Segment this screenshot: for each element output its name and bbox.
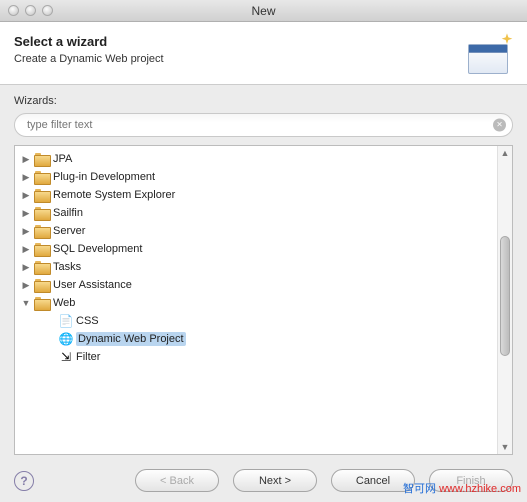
tree-leaf[interactable]: ⇲Filter — [15, 348, 497, 366]
tree-leaf[interactable]: 🌐Dynamic Web Project — [15, 330, 497, 348]
chevron-right-icon[interactable]: ▶ — [21, 280, 31, 291]
close-window-icon[interactable] — [8, 5, 19, 16]
next-button[interactable]: Next > — [233, 469, 317, 492]
tree-viewport[interactable]: ▶ JPA ▶ Plug-in Development ▶ Remote System E… — [15, 146, 497, 454]
window-title: New — [0, 4, 527, 18]
chevron-right-icon[interactable]: ▶ — [21, 244, 31, 255]
tree-folder[interactable]: ▶ JPA — [15, 150, 497, 168]
chevron-right-icon[interactable]: ▶ — [21, 262, 31, 273]
tree-item-label: Plug-in Development — [53, 171, 155, 183]
tree-folder[interactable]: ▼ Web — [15, 294, 497, 312]
vertical-scrollbar[interactable]: ▲ ▼ — [497, 146, 512, 454]
tree-folder[interactable]: ▶ Server — [15, 222, 497, 240]
wizard-banner-icon — [465, 34, 513, 74]
tree-item-label: User Assistance — [53, 279, 132, 291]
page-title: Select a wizard — [14, 34, 455, 49]
cancel-button[interactable]: Cancel — [331, 469, 415, 492]
tree-item-label: Server — [53, 225, 85, 237]
wizards-label: Wizards: — [14, 95, 513, 107]
titlebar: New — [0, 0, 527, 22]
scroll-thumb[interactable] — [500, 236, 510, 356]
tree-item-label: SQL Development — [53, 243, 142, 255]
tree-folder[interactable]: ▶ Tasks — [15, 258, 497, 276]
tree-folder[interactable]: ▶ Plug-in Development — [15, 168, 497, 186]
folder-icon — [34, 243, 50, 256]
filter-file-icon: ⇲ — [59, 350, 73, 364]
window-controls — [0, 5, 53, 16]
tree-item-label: Filter — [76, 351, 100, 363]
globe-icon: 🌐 — [59, 332, 73, 346]
back-button[interactable]: < Back — [135, 469, 219, 492]
folder-icon — [34, 225, 50, 238]
chevron-right-icon[interactable]: ▶ — [21, 190, 31, 201]
filter-input[interactable] — [14, 113, 513, 137]
clear-filter-icon[interactable]: × — [493, 119, 506, 132]
filter-field: × — [14, 113, 513, 137]
folder-icon — [34, 297, 50, 310]
scroll-up-icon[interactable]: ▲ — [498, 146, 512, 160]
tree-item-label: CSS — [76, 315, 99, 327]
dialog-body: Select a wizard Create a Dynamic Web pro… — [0, 22, 527, 502]
folder-icon — [34, 261, 50, 274]
tree-leaf[interactable]: 📄CSS — [15, 312, 497, 330]
wizard-tree: ▶ JPA ▶ Plug-in Development ▶ Remote System E… — [14, 145, 513, 455]
dialog-header: Select a wizard Create a Dynamic Web pro… — [0, 22, 527, 85]
chevron-down-icon[interactable]: ▼ — [21, 298, 31, 308]
scroll-down-icon[interactable]: ▼ — [498, 440, 512, 454]
tree-item-label: Web — [53, 297, 75, 309]
button-bar: ? < Back Next > Cancel Finish — [0, 461, 527, 502]
dialog-content: Wizards: × ▶ JPA ▶ Plug-in Development ▶ Remo… — [0, 85, 527, 461]
tree-item-label: Dynamic Web Project — [76, 332, 186, 346]
folder-icon — [34, 153, 50, 166]
help-button[interactable]: ? — [14, 471, 34, 491]
tree-item-label: Tasks — [53, 261, 81, 273]
css-file-icon: 📄 — [59, 314, 73, 328]
tree-item-label: Sailfin — [53, 207, 83, 219]
folder-icon — [34, 207, 50, 220]
tree-item-label: JPA — [53, 153, 72, 165]
tree-folder[interactable]: ▶ Sailfin — [15, 204, 497, 222]
tree-folder[interactable]: ▶ User Assistance — [15, 276, 497, 294]
folder-icon — [34, 171, 50, 184]
chevron-right-icon[interactable]: ▶ — [21, 172, 31, 183]
zoom-window-icon[interactable] — [42, 5, 53, 16]
chevron-right-icon[interactable]: ▶ — [21, 154, 31, 165]
finish-button[interactable]: Finish — [429, 469, 513, 492]
page-description: Create a Dynamic Web project — [14, 53, 455, 65]
folder-icon — [34, 189, 50, 202]
tree-folder[interactable]: ▶ Remote System Explorer — [15, 186, 497, 204]
sparkle-icon — [499, 32, 515, 48]
chevron-right-icon[interactable]: ▶ — [21, 226, 31, 237]
tree-item-label: Remote System Explorer — [53, 189, 175, 201]
chevron-right-icon[interactable]: ▶ — [21, 208, 31, 219]
tree-folder[interactable]: ▶ SQL Development — [15, 240, 497, 258]
folder-icon — [34, 279, 50, 292]
minimize-window-icon[interactable] — [25, 5, 36, 16]
